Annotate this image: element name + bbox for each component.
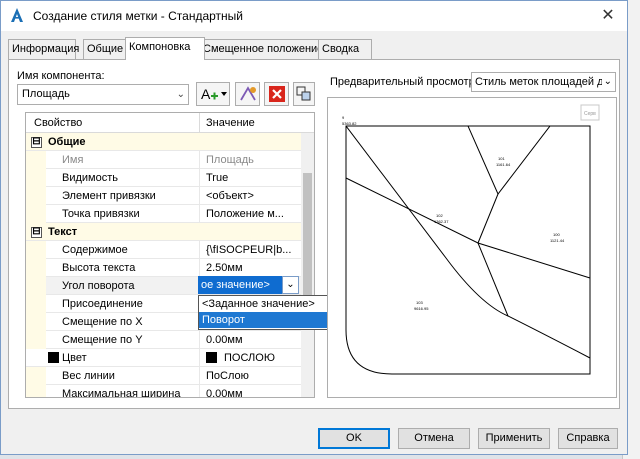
preview-tag: 100 (553, 232, 560, 237)
ok-button[interactable]: OK (318, 428, 390, 449)
category-general[interactable]: ⊟ Общие (26, 133, 301, 151)
header-property: Свойство (34, 117, 83, 129)
preview-tag: 1121.44 (550, 238, 565, 243)
preview-tag: 1362.37 (434, 219, 449, 224)
chevron-down-icon[interactable]: ⌄ (282, 276, 299, 294)
chevron-down-icon: ⌄ (176, 89, 185, 100)
apply-button[interactable]: Применить (478, 428, 550, 449)
color-swatch (48, 352, 59, 363)
tab-dragged-state[interactable]: Смещенное положение (199, 39, 324, 59)
option-specified-value[interactable]: <Заданное значение> (199, 296, 329, 312)
draw-order-button[interactable] (293, 82, 315, 106)
preview-tag: 103 (416, 300, 423, 305)
grid-header: Свойство Значение (26, 113, 314, 133)
properties-grid: Свойство Значение ⊟ Общие Имя Площадь Ви… (25, 112, 315, 398)
delete-component-button[interactable] (264, 82, 289, 106)
table-row[interactable]: Содержимое {\fISOCPEUR|b... (26, 241, 301, 259)
table-row[interactable]: Вес линии ПоСлою (26, 367, 301, 385)
window-title: Создание стиля метки - Стандартный (33, 9, 243, 23)
rotation-angle-combo[interactable]: ое значение> (198, 276, 282, 294)
tab-info[interactable]: Информация (8, 39, 79, 59)
tab-summary[interactable]: Сводка (318, 39, 372, 59)
copy-component-icon (239, 86, 256, 101)
close-icon[interactable]: ✕ (597, 5, 619, 27)
table-row[interactable]: Имя Площадь (26, 151, 301, 169)
color-swatch (206, 352, 217, 363)
scrollbar-thumb[interactable] (303, 173, 312, 313)
table-row[interactable]: Видимость True (26, 169, 301, 187)
preview-tag: 9 (342, 115, 345, 120)
header-value: Значение (206, 117, 255, 129)
table-row[interactable]: Смещение по Y 0.00мм (26, 331, 301, 349)
preview-style-select[interactable]: Стиль меток площадей д ⌄ (471, 72, 616, 92)
component-name-label: Имя компонента: (17, 70, 105, 82)
component-select-value: Площадь (22, 88, 70, 100)
tab-layout[interactable]: Компоновка (125, 37, 205, 60)
table-row[interactable]: Максимальная ширина 0.00мм (26, 385, 301, 397)
chevron-down-icon: ⌄ (601, 73, 612, 91)
draw-order-icon (296, 86, 311, 101)
preview-tag: 102 (436, 213, 443, 218)
table-row[interactable]: Цвет ПОСЛОЮ (26, 349, 301, 367)
tab-general[interactable]: Общие (83, 39, 131, 59)
help-button[interactable]: Справка (558, 428, 618, 449)
category-text[interactable]: ⊟ Текст (26, 223, 301, 241)
preview-label: Предварительный просмотр (330, 76, 475, 88)
add-component-button[interactable]: A (196, 82, 230, 106)
preview-drawing: Серв 9 5363.82 101 1161.64 102 1362.37 1… (342, 104, 600, 375)
svg-text:A: A (201, 86, 211, 102)
title-bar: Создание стиля метки - Стандартный ✕ (1, 1, 627, 31)
preview-tag: 101 (498, 156, 505, 161)
rotation-angle-dropdown: <Заданное значение> Поворот (198, 295, 330, 330)
copy-component-button[interactable] (235, 82, 260, 106)
preview-tag: 5363.82 (342, 121, 357, 126)
preview-tag: 9616.95 (414, 306, 429, 311)
table-row[interactable]: Элемент привязки <объект> (26, 187, 301, 205)
cancel-button[interactable]: Отмена (398, 428, 470, 449)
delete-component-icon (268, 86, 285, 103)
collapse-icon[interactable]: ⊟ (31, 227, 42, 238)
grid-scrollbar[interactable] (301, 133, 314, 397)
svg-text:Серв: Серв (584, 111, 596, 117)
preview-pane[interactable]: Серв 9 5363.82 101 1161.64 102 1362.37 1… (327, 97, 617, 398)
table-row[interactable]: Точка привязки Положение м... (26, 205, 301, 223)
autocad-a-icon (11, 8, 23, 22)
component-select[interactable]: Площадь ⌄ (17, 84, 189, 105)
collapse-icon[interactable]: ⊟ (31, 137, 42, 148)
option-rotation[interactable]: Поворот (199, 312, 329, 328)
add-component-icon: A (201, 86, 227, 102)
preview-style-value: Стиль меток площадей д (475, 76, 604, 88)
table-row[interactable]: Высота текста 2.50мм (26, 259, 301, 277)
preview-tag: 1161.64 (496, 162, 511, 167)
